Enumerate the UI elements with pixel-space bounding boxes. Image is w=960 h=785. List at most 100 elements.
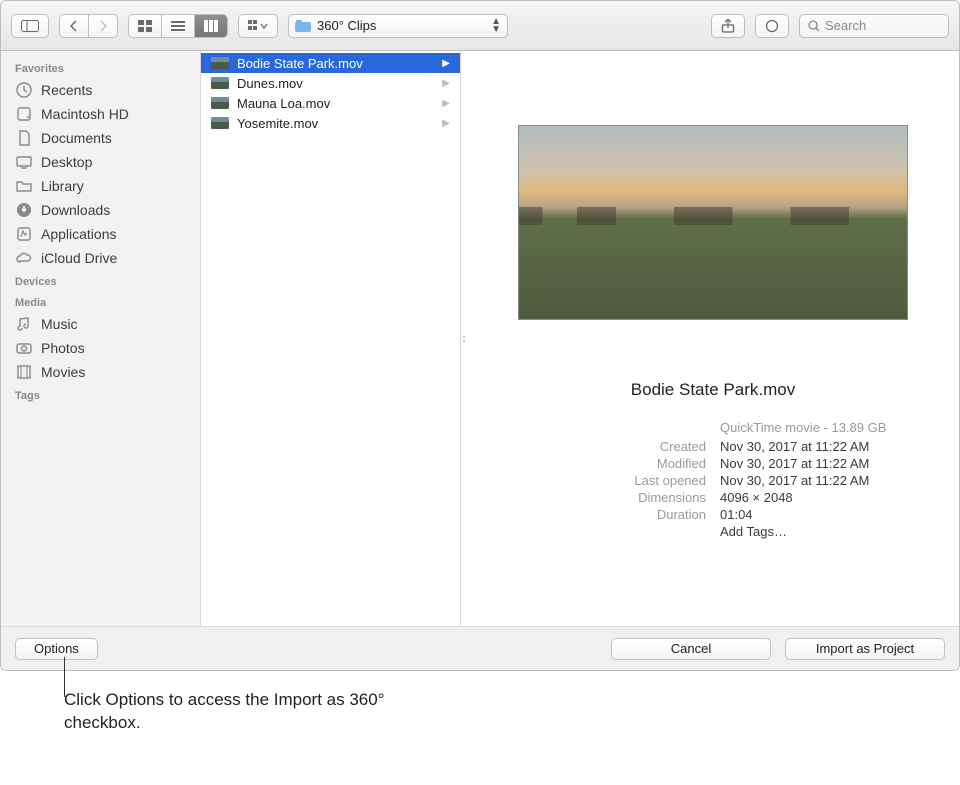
callout-leader-line: [64, 657, 65, 697]
music-icon: [15, 315, 33, 333]
share-button[interactable]: [711, 14, 745, 38]
sidebar-heading: Favorites: [1, 57, 200, 78]
nav-back-forward: [59, 14, 118, 38]
cancel-button[interactable]: Cancel: [611, 638, 771, 660]
sidebar-item-music[interactable]: Music: [1, 312, 200, 336]
preview-thumbnail: [518, 125, 908, 320]
add-tags-link[interactable]: Add Tags…: [720, 524, 903, 539]
chevron-right-icon: ▶: [442, 98, 450, 109]
meta-value: Nov 30, 2017 at 11:22 AM: [720, 456, 903, 471]
file-row[interactable]: Dunes.mov ▶: [201, 73, 460, 93]
sidebar-toggle-button[interactable]: [11, 14, 49, 38]
download-icon: [15, 201, 33, 219]
video-thumb-icon: [211, 77, 229, 89]
file-row[interactable]: Bodie State Park.mov ▶: [201, 53, 460, 73]
view-icon-button[interactable]: [129, 15, 162, 37]
preview-title: Bodie State Park.mov: [631, 380, 795, 400]
desktop-icon: [15, 153, 33, 171]
view-column-button[interactable]: [195, 15, 227, 37]
meta-value: Nov 30, 2017 at 11:22 AM: [720, 439, 903, 454]
location-popup[interactable]: 360° Clips ▲▼: [288, 14, 508, 38]
folder-icon: [15, 177, 33, 195]
dialog-body: Favorites Recents Macintosh HD Documents Des…: [1, 51, 959, 626]
nav-forward-button[interactable]: [89, 15, 117, 37]
meta-key: Modified: [523, 456, 706, 471]
import-button[interactable]: Import as Project: [785, 638, 945, 660]
sidebar-heading: Devices: [1, 270, 200, 291]
sidebar-heading: Media: [1, 291, 200, 312]
dialog-footer: Options Cancel Import as Project: [1, 626, 959, 670]
toolbar: 360° Clips ▲▼ Search: [1, 1, 959, 51]
column-browser: Bodie State Park.mov▶Dunes.mov▶Mauna Loa…: [201, 51, 959, 626]
video-thumb-icon: [211, 57, 229, 69]
camera-icon: [15, 339, 33, 357]
meta-value: 4096 × 2048: [720, 490, 903, 505]
doc-icon: [15, 129, 33, 147]
chevron-right-icon: ▶: [442, 58, 450, 69]
sidebar-item-icloud-drive[interactable]: iCloud Drive: [1, 246, 200, 270]
folder-icon: [295, 20, 311, 32]
sidebar-item-downloads[interactable]: Downloads: [1, 198, 200, 222]
meta-value: Nov 30, 2017 at 11:22 AM: [720, 473, 903, 488]
sidebar-item-recents[interactable]: Recents: [1, 78, 200, 102]
file-row[interactable]: Mauna Loa.mov ▶: [201, 93, 460, 113]
chevron-right-icon: ▶: [442, 118, 450, 129]
sidebar-item-label: Applications: [41, 226, 117, 242]
search-placeholder: Search: [825, 18, 866, 33]
search-icon: [808, 20, 820, 32]
meta-key: Created: [523, 439, 706, 454]
sidebar-item-desktop[interactable]: Desktop: [1, 150, 200, 174]
callout-text: Click Options to access the Import as 36…: [64, 689, 404, 735]
file-name: Bodie State Park.mov: [237, 56, 363, 71]
preview-metadata: QuickTime movie - 13.89 GB Created Nov 30…: [523, 420, 903, 539]
file-row[interactable]: Yosemite.mov ▶: [201, 113, 460, 133]
file-name: Yosemite.mov: [237, 116, 318, 131]
meta-value: 01:04: [720, 507, 903, 522]
sidebar-item-photos[interactable]: Photos: [1, 336, 200, 360]
sidebar-item-label: Music: [41, 316, 78, 332]
group-by-button[interactable]: [238, 14, 278, 38]
nav-back-button[interactable]: [60, 15, 89, 37]
film-icon: [15, 363, 33, 381]
sidebar-item-label: iCloud Drive: [41, 250, 117, 266]
sidebar-item-applications[interactable]: Applications: [1, 222, 200, 246]
sidebar-item-label: Library: [41, 178, 84, 194]
file-name: Mauna Loa.mov: [237, 96, 330, 111]
view-list-button[interactable]: [162, 15, 195, 37]
search-field[interactable]: Search: [799, 14, 949, 38]
sidebar-item-label: Downloads: [41, 202, 110, 218]
video-thumb-icon: [211, 117, 229, 129]
tags-button[interactable]: [755, 14, 789, 38]
sidebar-item-label: Macintosh HD: [41, 106, 129, 122]
sidebar-item-label: Recents: [41, 82, 92, 98]
sidebar-item-label: Movies: [41, 364, 85, 380]
chevron-right-icon: ▶: [442, 78, 450, 89]
location-label: 360° Clips: [317, 18, 376, 33]
hdd-icon: [15, 105, 33, 123]
sidebar-item-macintosh-hd[interactable]: Macintosh HD: [1, 102, 200, 126]
sidebar-item-label: Photos: [41, 340, 85, 356]
sidebar-item-movies[interactable]: Movies: [1, 360, 200, 384]
video-thumb-icon: [211, 97, 229, 109]
view-mode-segment: [128, 14, 228, 38]
apps-icon: [15, 225, 33, 243]
options-button[interactable]: Options: [15, 638, 98, 660]
sidebar: Favorites Recents Macintosh HD Documents Des…: [1, 51, 201, 626]
help-callout: Click Options to access the Import as 36…: [0, 671, 960, 735]
clock-icon: [15, 81, 33, 99]
sidebar-item-label: Desktop: [41, 154, 92, 170]
file-name: Dunes.mov: [237, 76, 303, 91]
preview-column: Bodie State Park.mov QuickTime movie - 1…: [467, 51, 959, 626]
file-list-column: Bodie State Park.mov▶Dunes.mov▶Mauna Loa…: [201, 51, 461, 626]
import-dialog: 360° Clips ▲▼ Search Favorites Recents Mac…: [0, 0, 960, 671]
sidebar-item-label: Documents: [41, 130, 112, 146]
sidebar-item-library[interactable]: Library: [1, 174, 200, 198]
preview-type-size: QuickTime movie - 13.89 GB: [720, 420, 903, 437]
meta-key: Dimensions: [523, 490, 706, 505]
meta-key: Duration: [523, 507, 706, 522]
sidebar-item-documents[interactable]: Documents: [1, 126, 200, 150]
meta-key: Last opened: [523, 473, 706, 488]
sidebar-heading: Tags: [1, 384, 200, 405]
cloud-icon: [15, 249, 33, 267]
chevron-up-down-icon: ▲▼: [491, 18, 501, 34]
